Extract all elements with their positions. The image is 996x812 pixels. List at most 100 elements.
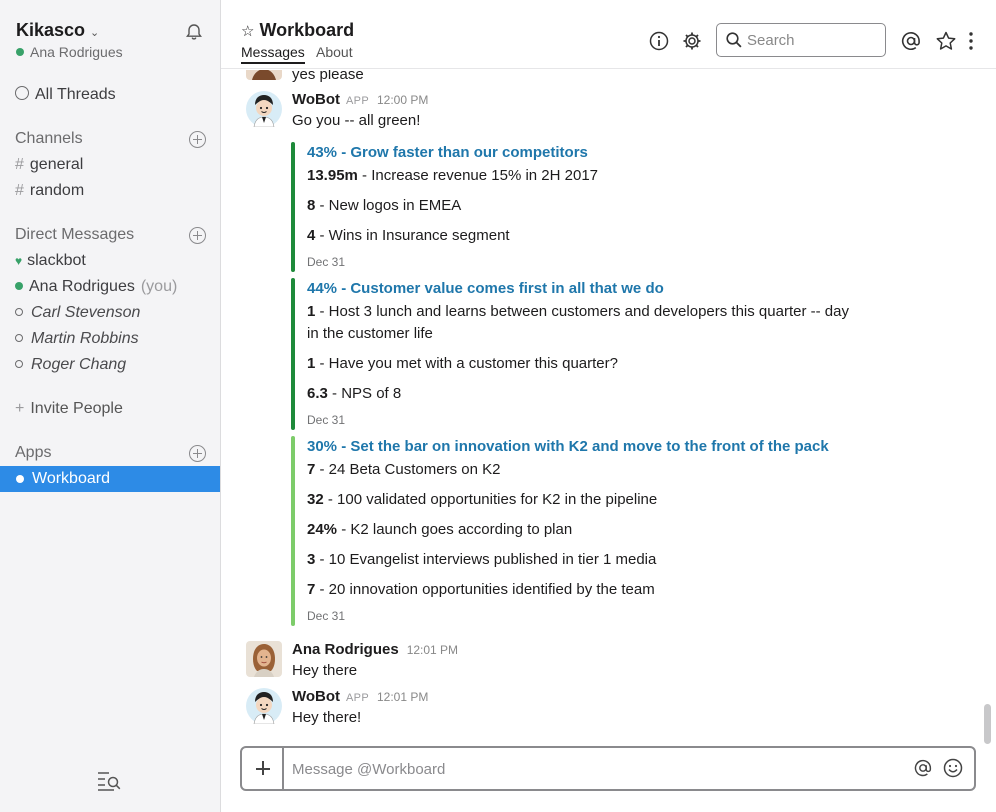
sidebar-item-general[interactable]: # general [15, 156, 83, 174]
sidebar-item-martin-robbins[interactable]: Martin Robbins [15, 330, 139, 348]
key-result-text: - NPS of 8 [327, 385, 402, 402]
attachment-color-bar [291, 278, 295, 430]
sidebar-item-label: general [29, 156, 84, 173]
presence-away-icon [15, 334, 23, 342]
message-author[interactable]: WoBot APP 12:00 PM [292, 91, 428, 108]
scrollbar[interactable] [984, 704, 991, 744]
sidebar-item-label: Carl Stevenson [31, 304, 141, 321]
avatar[interactable] [246, 70, 282, 80]
sidebar-item-workboard[interactable]: Workboard [0, 466, 220, 492]
plus-icon[interactable] [242, 748, 284, 789]
key-result-text: - Host 3 lunch and learns between custom… [307, 303, 849, 342]
sidebar-item-all-threads[interactable]: All Threads [15, 86, 116, 104]
key-result-value: 24% [307, 521, 338, 538]
more-icon[interactable] [965, 30, 977, 52]
key-result-line: 3 - 10 Evangelist interviews published i… [307, 549, 852, 571]
presence-away-icon [15, 308, 23, 316]
sidebar-item-label: random [29, 182, 85, 199]
add-channel-icon[interactable] [189, 131, 206, 148]
key-result-text: - 20 innovation opportunities identified… [315, 581, 655, 598]
message-author[interactable]: WoBot APP 12:01 PM [292, 688, 428, 705]
key-result-text: - 10 Evangelist interviews published in … [315, 551, 657, 568]
key-result-line: 1 - Have you met with a customer this qu… [307, 353, 852, 375]
message-list: yes please WoBot APP 12:00 PM Go you -- al… [221, 70, 981, 740]
key-result-text: - Wins in Insurance segment [315, 227, 510, 244]
presence-active-icon [16, 48, 24, 56]
sidebar: Kikasco ⌄ Ana Rodrigues All Threads Chann… [0, 0, 221, 812]
current-user-name: Ana Rodrigues [30, 44, 123, 60]
star-icon[interactable] [935, 30, 957, 52]
key-result-text: - K2 launch goes according to plan [337, 521, 573, 538]
search-box[interactable] [716, 23, 886, 57]
timestamp[interactable]: 12:01 PM [377, 690, 428, 704]
tab-messages[interactable]: Messages [241, 44, 305, 64]
gear-icon[interactable] [681, 30, 703, 52]
sidebar-item-random[interactable]: # random [15, 182, 84, 200]
message-text: yes please [292, 70, 364, 83]
mention-icon[interactable] [913, 758, 933, 778]
key-result-value: 13.95m [307, 167, 358, 184]
app-badge: APP [346, 95, 369, 107]
author-name: WoBot [292, 688, 341, 705]
team-menu[interactable]: Kikasco ⌄ [16, 20, 99, 41]
goal-attachment: 30% - Set the bar on innovation with K2 … [291, 436, 851, 626]
heart-icon: ♥ [15, 254, 23, 268]
key-result-line: 13.95m - Increase revenue 15% in 2H 2017 [307, 165, 852, 187]
goal-attachment: 43% - Grow faster than our competitors 1… [291, 142, 851, 272]
key-result-line: 4 - Wins in Insurance segment [307, 225, 852, 247]
threads-icon [15, 86, 29, 100]
message-author[interactable]: Ana Rodrigues 12:01 PM [292, 641, 458, 658]
chevron-down-icon: ⌄ [90, 27, 100, 39]
goal-title-link[interactable]: 43% - Grow faster than our competitors [307, 144, 588, 161]
invite-people-link[interactable]: + Invite People [15, 400, 123, 418]
star-outline-icon[interactable]: ☆ [241, 23, 254, 40]
emoji-icon[interactable] [943, 758, 963, 778]
sidebar-item-slackbot[interactable]: ♥ slackbot [15, 252, 86, 270]
key-result-value: 6.3 [307, 385, 328, 402]
invite-label: Invite People [30, 400, 123, 417]
channel-name: Workboard [259, 20, 355, 40]
search-input[interactable] [747, 29, 877, 51]
key-result-text: - 100 validated opportunities for K2 in … [323, 491, 658, 508]
message-input[interactable] [292, 758, 892, 780]
sidebar-item-self[interactable]: Ana Rodrigues (you) [15, 278, 177, 296]
author-name: Ana Rodrigues [292, 641, 399, 658]
channels-header[interactable]: Channels [15, 130, 83, 148]
key-result-line: 32 - 100 validated opportunities for K2 … [307, 489, 852, 511]
sidebar-item-carl-stevenson[interactable]: Carl Stevenson [15, 304, 140, 322]
goal-title-link[interactable]: 30% - Set the bar on innovation with K2 … [307, 438, 829, 455]
plus-icon: + [15, 400, 25, 417]
avatar[interactable] [246, 641, 282, 677]
quick-switcher-icon[interactable] [97, 770, 121, 792]
goal-title-link[interactable]: 44% - Customer value comes first in all … [307, 280, 664, 297]
bell-icon[interactable] [185, 23, 203, 41]
attachment-color-bar [291, 142, 295, 272]
key-result-line: 1 - Host 3 lunch and learns between cust… [307, 301, 852, 345]
add-dm-icon[interactable] [189, 227, 206, 244]
key-result-value: 32 [307, 491, 324, 508]
key-result-line: 6.3 - NPS of 8 [307, 383, 852, 405]
search-icon [726, 32, 742, 48]
avatar[interactable] [246, 91, 282, 127]
key-result-text: - New logos in EMEA [315, 197, 462, 214]
dm-header[interactable]: Direct Messages [15, 226, 134, 244]
timestamp[interactable]: 12:00 PM [377, 93, 428, 107]
add-app-icon[interactable] [189, 445, 206, 462]
team-name: Kikasco [16, 20, 86, 40]
current-user: Ana Rodrigues [16, 44, 123, 60]
mention-icon[interactable] [900, 30, 922, 52]
key-result-line: 8 - New logos in EMEA [307, 195, 852, 217]
you-suffix: (you) [140, 278, 178, 295]
timestamp[interactable]: 12:01 PM [407, 643, 458, 657]
key-result-line: 7 - 20 innovation opportunities identifi… [307, 579, 852, 601]
info-icon[interactable] [648, 30, 670, 52]
sidebar-item-roger-chang[interactable]: Roger Chang [15, 356, 126, 374]
avatar[interactable] [246, 688, 282, 724]
hash-icon: # [15, 182, 24, 199]
tab-about[interactable]: About [316, 44, 353, 60]
message-text: Go you -- all green! [292, 112, 421, 129]
apps-header[interactable]: Apps [15, 444, 51, 462]
key-result-line: 24% - K2 launch goes according to plan [307, 519, 852, 541]
due-date: Dec 31 [307, 255, 346, 269]
channel-title: ☆ Workboard [241, 20, 354, 41]
